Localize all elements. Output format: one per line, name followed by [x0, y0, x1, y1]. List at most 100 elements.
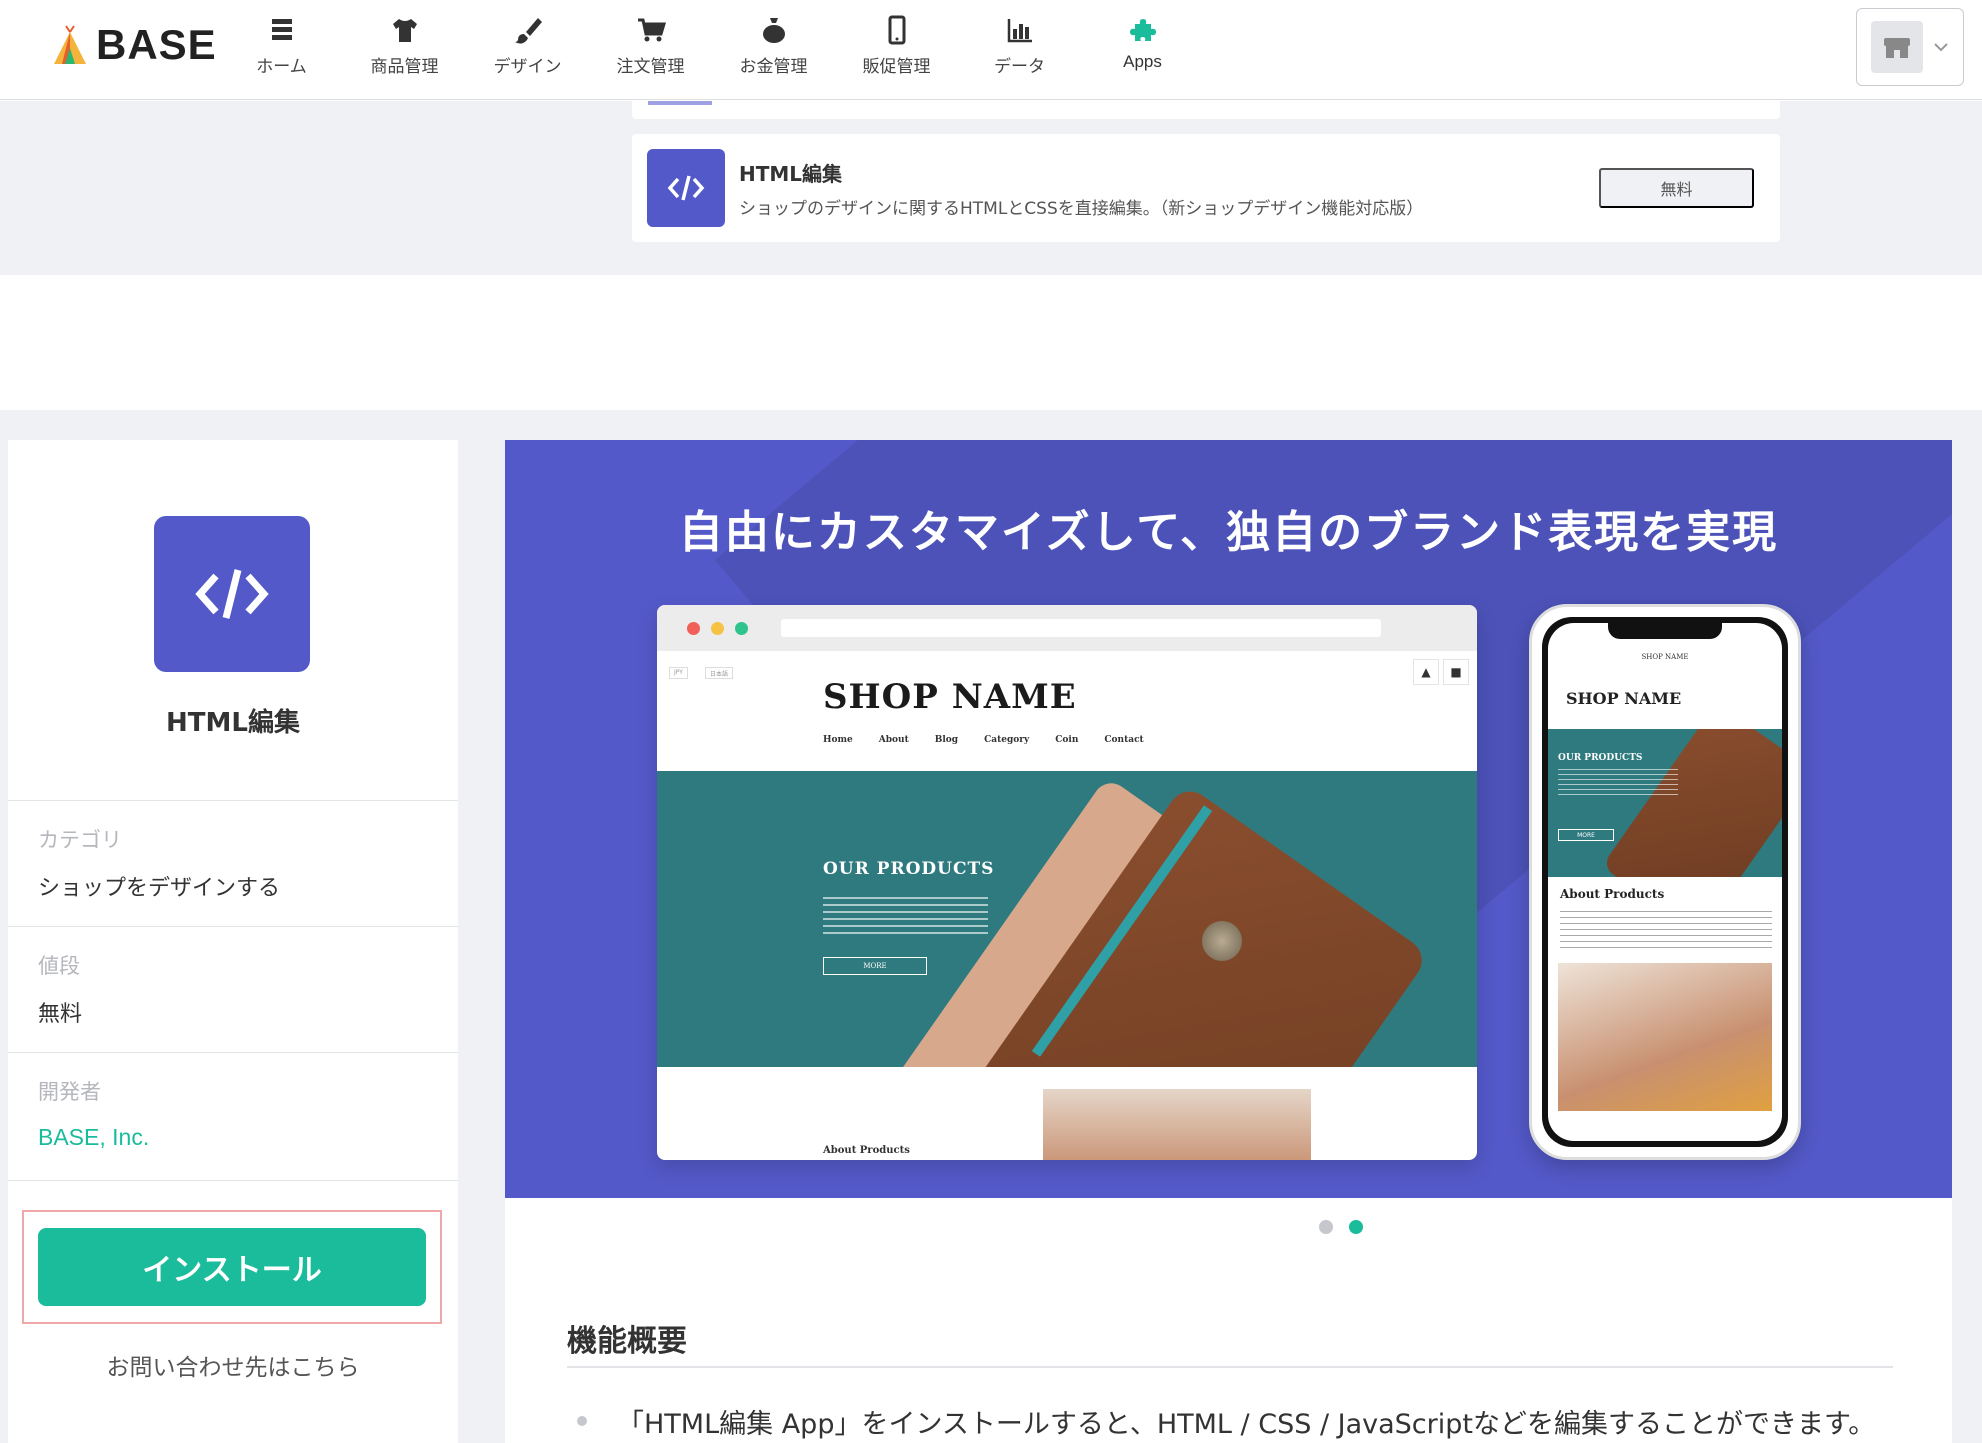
brush-icon — [514, 18, 542, 44]
bullet-icon — [577, 1416, 587, 1426]
nav-apps[interactable]: Apps — [1081, 0, 1204, 100]
developer-label: 開発者 — [38, 1080, 101, 1104]
carousel-dots — [505, 1220, 1952, 1234]
nav-label: 注文管理 — [616, 57, 685, 77]
phone-top-title: SHOP NAME — [1641, 653, 1689, 661]
nav-orders[interactable]: 注文管理 — [589, 0, 712, 100]
features-title: 機能概要 — [567, 1324, 687, 1359]
phone-about-text — [1560, 911, 1772, 951]
divider — [8, 1052, 458, 1053]
nav-label: デザイン — [493, 57, 562, 77]
price-label: 値段 — [38, 954, 80, 978]
code-icon — [154, 516, 310, 672]
phone-body-text — [1558, 769, 1678, 799]
phone-about-products: About Products — [1560, 887, 1665, 901]
category-label: カテゴリ — [38, 828, 122, 852]
phone-our-products: OUR PRODUCTS — [1558, 753, 1643, 763]
nav-label: 販促管理 — [862, 57, 931, 77]
nav-label: Apps — [1123, 52, 1162, 71]
mock-about-products: About Products — [823, 1145, 910, 1156]
shop-menu-button[interactable] — [1856, 8, 1964, 86]
mock-nav-item: Coin — [1055, 735, 1079, 745]
price-value: 無料 — [38, 1002, 83, 1027]
mock-more-button: MORE — [823, 957, 927, 975]
money-bag-icon — [762, 18, 785, 43]
divider — [8, 1180, 458, 1181]
nav-data[interactable]: データ — [958, 0, 1081, 100]
wallet-snap — [1202, 921, 1242, 961]
mock-shop-name: SHOP NAME — [823, 677, 1077, 717]
mock-nav-item: Home — [823, 735, 853, 745]
main-nav: ホーム 商品管理 デザイン 注文管理 お金管理 販促管理 データ Apps — [220, 0, 1204, 100]
divider — [8, 800, 458, 801]
browser-mockup: JPY 日本語 ▲ ■ SHOP NAME Home About Blog Ca… — [657, 605, 1477, 1160]
close-dot-icon — [687, 622, 700, 635]
chevron-down-icon — [1934, 43, 1948, 52]
mock-nav-item: Blog — [934, 735, 959, 745]
nav-money[interactable]: お金管理 — [712, 0, 835, 100]
app-card-description: ショップのデザインに関するHTMLとCSSを直接編集。（新ショップデザイン機能対… — [739, 199, 1424, 219]
mock-our-products: OUR PRODUCTS — [823, 859, 995, 879]
base-logo[interactable]: BASE — [52, 20, 217, 70]
browser-toolbar — [657, 605, 1477, 651]
app-list-section: HTML編集 ショップのデザインに関するHTMLとCSSを直接編集。（新ショップ… — [0, 101, 1982, 275]
nav-label: データ — [994, 57, 1045, 77]
app-card-name: HTML編集 — [739, 162, 843, 186]
app-info-panel: HTML編集 カテゴリ ショップをデザインする 値段 無料 開発者 BASE, … — [8, 440, 458, 1443]
mock-nav-item: Category — [984, 735, 1030, 745]
divider — [8, 926, 458, 927]
divider — [567, 1366, 1893, 1368]
puzzle-icon — [1129, 19, 1156, 41]
mock-nav-item: Contact — [1104, 735, 1144, 745]
tshirt-icon — [392, 19, 417, 42]
minimize-dot-icon — [711, 622, 724, 635]
contact-link[interactable]: お問い合わせ先はこちら — [8, 1348, 458, 1382]
currency-select: JPY — [669, 667, 688, 679]
user-icon: ▲ — [1413, 659, 1439, 685]
app-title: HTML編集 — [166, 708, 300, 738]
phone-shop-name: SHOP NAME — [1566, 689, 1682, 708]
nav-label: お金管理 — [739, 57, 808, 77]
wallet-photo — [1601, 729, 1782, 877]
smartphone-icon — [888, 15, 905, 45]
hands-photo — [1558, 963, 1772, 1111]
nav-products[interactable]: 商品管理 — [343, 0, 466, 100]
phone-notch — [1608, 623, 1722, 639]
carousel-dot-2[interactable] — [1348, 1220, 1363, 1234]
mock-nav-item: About — [878, 735, 909, 745]
phone-mockup: SHOP NAME SHOP NAME OUR PRODUCTS MORE Ab… — [1529, 604, 1801, 1160]
hero-carousel[interactable]: 自由にカスタマイズして、独自のブランド表現を実現 JPY 日本語 ▲ ■ SHO… — [505, 440, 1952, 1198]
app-card-html-edit[interactable]: HTML編集 ショップのデザインに関するHTMLとCSSを直接編集。（新ショップ… — [632, 134, 1780, 242]
nav-label: ホーム — [256, 57, 307, 77]
app-card-price-button[interactable]: 無料 — [1599, 168, 1754, 208]
store-icon — [1871, 21, 1923, 73]
category-value: ショップをデザインする — [38, 876, 281, 901]
nav-design[interactable]: デザイン — [466, 0, 589, 100]
mock-shop-nav: Home About Blog Category Coin Contact — [823, 735, 1144, 745]
cart-icon: ■ — [1443, 659, 1469, 685]
app-detail-main: 自由にカスタマイズして、独自のブランド表現を実現 JPY 日本語 ▲ ■ SHO… — [505, 440, 1952, 1443]
bar-chart-icon — [1007, 19, 1032, 43]
developer-link[interactable]: BASE, Inc. — [38, 1124, 149, 1151]
url-bar — [781, 619, 1381, 637]
feature-item: 「HTML編集 App」をインストールすると、HTML / CSS / Java… — [617, 1409, 1876, 1440]
previous-app-card[interactable] — [632, 101, 1780, 119]
code-icon — [647, 149, 725, 227]
phone-more-button: MORE — [1558, 829, 1614, 841]
logo-text: BASE — [96, 21, 217, 68]
language-select: 日本語 — [705, 667, 734, 679]
phone-product-photo: OUR PRODUCTS MORE — [1548, 729, 1782, 877]
hands-photo — [1043, 1089, 1311, 1160]
nav-promotion[interactable]: 販促管理 — [835, 0, 958, 100]
home-list-icon — [271, 19, 292, 40]
phone-screen: SHOP NAME SHOP NAME OUR PRODUCTS MORE Ab… — [1548, 623, 1782, 1141]
nav-label: 商品管理 — [370, 57, 439, 77]
mock-body-text — [823, 897, 988, 939]
tent-logo-icon — [52, 24, 88, 66]
cart-icon — [637, 18, 666, 42]
top-header: BASE ホーム 商品管理 デザイン 注文管理 お金管理 販促管理 データ Ap… — [0, 0, 1982, 100]
nav-home[interactable]: ホーム — [220, 0, 343, 100]
install-button[interactable]: インストール — [38, 1228, 426, 1306]
carousel-dot-1[interactable] — [1318, 1220, 1333, 1234]
hero-title: 自由にカスタマイズして、独自のブランド表現を実現 — [678, 507, 1779, 558]
